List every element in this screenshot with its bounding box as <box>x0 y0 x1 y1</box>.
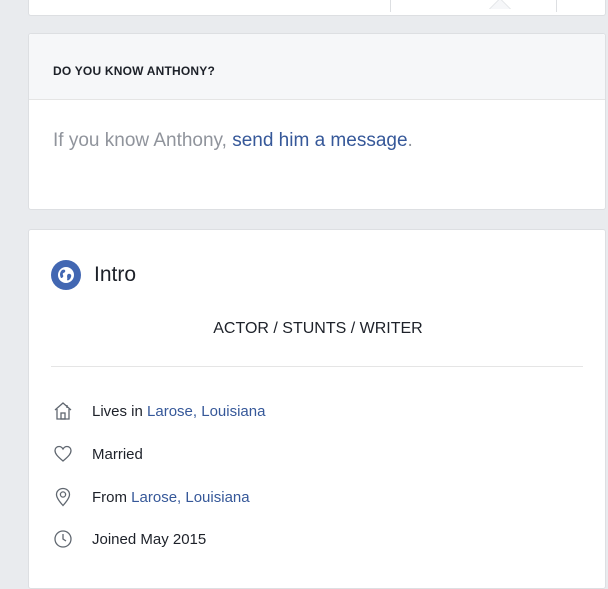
intro-divider <box>51 366 583 367</box>
heart-icon <box>53 444 73 464</box>
home-icon <box>53 401 73 421</box>
intro-header: Intro <box>51 258 136 292</box>
globe-icon <box>51 260 81 290</box>
know-message: If you know Anthony, send him a message. <box>29 100 605 152</box>
location-pin-icon <box>53 487 73 507</box>
tab-pointer <box>489 0 511 9</box>
intro-item-text: Joined May 2015 <box>92 530 207 548</box>
card-header: DO YOU KNOW ANTHONY? <box>29 34 605 100</box>
card-title: DO YOU KNOW ANTHONY? <box>53 64 215 78</box>
intro-item-hometown: From Larose, Louisiana <box>53 486 250 508</box>
intro-item-relationship: Married <box>53 443 143 465</box>
know-suffix: . <box>407 130 413 151</box>
do-you-know-card: DO YOU KNOW ANTHONY? If you know Anthony… <box>28 33 606 210</box>
intro-card: Intro ACTOR / STUNTS / WRITER Lives in L… <box>28 229 606 589</box>
intro-title: Intro <box>94 263 137 286</box>
tab-divider <box>556 0 557 12</box>
hometown-location-link[interactable]: Larose, Louisiana <box>131 489 249 506</box>
intro-item-lives-in: Lives in Larose, Louisiana <box>53 400 265 422</box>
send-message-link[interactable]: send him a message <box>232 130 407 151</box>
tab-divider <box>390 0 391 12</box>
intro-item-text: Lives in <box>92 402 143 420</box>
intro-item-joined: Joined May 2015 <box>53 528 206 550</box>
intro-item-text: Married <box>92 445 143 463</box>
intro-item-text: From <box>92 488 127 506</box>
lives-in-location-link[interactable]: Larose, Louisiana <box>147 403 265 420</box>
profile-tabs-card <box>28 0 606 16</box>
know-text: If you know Anthony, <box>53 130 233 151</box>
intro-bio: ACTOR / STUNTS / WRITER <box>213 320 423 337</box>
clock-icon <box>53 529 73 549</box>
